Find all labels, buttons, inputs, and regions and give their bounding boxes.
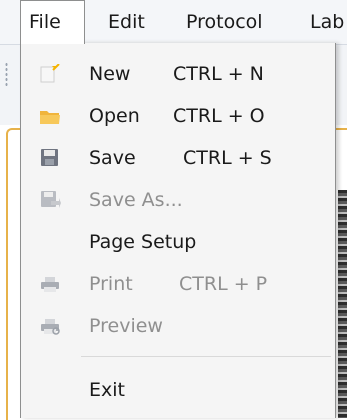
menu-item-exit-label: Exit bbox=[89, 379, 125, 401]
menu-edit[interactable]: Edit bbox=[108, 0, 145, 44]
menu-item-save-as[interactable]: Save As... bbox=[21, 179, 335, 221]
menu-item-new[interactable]: New CTRL + N bbox=[21, 53, 335, 95]
toolbar-grip-handle[interactable] bbox=[5, 62, 8, 88]
menu-protocol[interactable]: Protocol bbox=[186, 0, 263, 44]
print-preview-icon bbox=[39, 316, 61, 336]
menu-item-print-label: Print bbox=[89, 273, 133, 295]
background-content-edge bbox=[338, 190, 347, 418]
menu-item-exit[interactable]: Exit bbox=[21, 369, 335, 411]
menu-edit-label: Edit bbox=[108, 11, 145, 33]
menu-item-preview[interactable]: Preview bbox=[21, 305, 335, 347]
menu-file-label: File bbox=[29, 11, 61, 33]
new-document-icon bbox=[39, 63, 61, 84]
save-as-icon bbox=[39, 190, 61, 210]
menu-protocol-label: Protocol bbox=[186, 11, 263, 33]
menu-lab-label: Lab bbox=[310, 11, 345, 33]
menu-item-page-setup[interactable]: Page Setup bbox=[21, 221, 335, 263]
menu-item-new-label: New bbox=[89, 63, 131, 85]
menu-item-open-label: Open bbox=[89, 105, 140, 127]
menu-file[interactable]: File bbox=[20, 0, 85, 44]
printer-icon bbox=[39, 274, 61, 294]
menu-lab[interactable]: Lab bbox=[310, 0, 347, 44]
menu-separator bbox=[81, 356, 331, 357]
menu-item-preview-label: Preview bbox=[89, 315, 163, 337]
menu-item-open-shortcut: CTRL + O bbox=[173, 105, 265, 127]
menu-item-save-label: Save bbox=[89, 147, 136, 169]
menu-item-save-as-label: Save As... bbox=[89, 189, 183, 211]
folder-open-icon bbox=[39, 106, 61, 126]
menu-bar: File Edit Protocol Lab bbox=[0, 0, 347, 45]
menu-item-print-shortcut: CTRL + P bbox=[179, 273, 268, 295]
floppy-disk-icon bbox=[39, 148, 61, 168]
menu-item-save[interactable]: Save CTRL + S bbox=[21, 137, 335, 179]
menu-item-page-setup-label: Page Setup bbox=[89, 231, 197, 253]
menu-item-print[interactable]: Print CTRL + P bbox=[21, 263, 335, 305]
menu-item-open[interactable]: Open CTRL + O bbox=[21, 95, 335, 137]
menu-item-save-shortcut: CTRL + S bbox=[183, 147, 272, 169]
file-menu-dropdown: New CTRL + N Open CTRL + O Save CTRL + S bbox=[20, 43, 336, 418]
menu-item-new-shortcut: CTRL + N bbox=[173, 63, 264, 85]
